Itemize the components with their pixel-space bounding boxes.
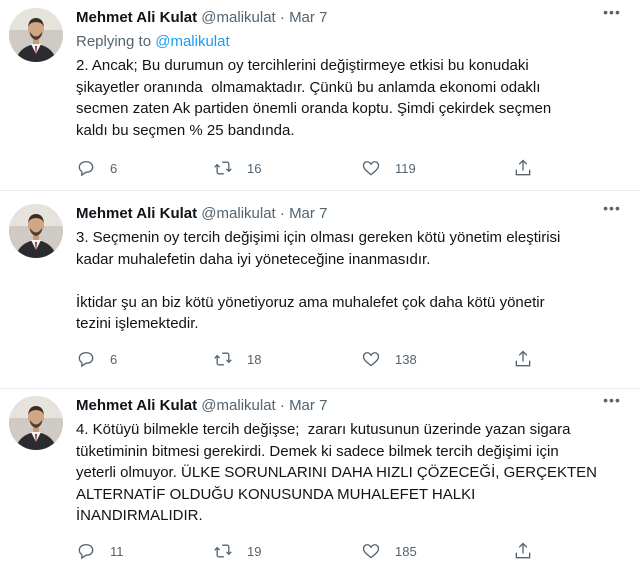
like-button[interactable]: 119: [361, 158, 416, 178]
avatar[interactable]: [9, 204, 63, 258]
retweet-icon: [214, 544, 232, 558]
like-count: 185: [395, 543, 417, 559]
more-icon[interactable]: •••: [602, 198, 622, 218]
reply-icon: [78, 352, 94, 368]
replying-handle-link[interactable]: @malikulat: [155, 33, 229, 50]
share-button[interactable]: [513, 541, 533, 561]
tweet-body: Mehmet Ali Kulat @malikulat · Mar 7 ••• …: [76, 4, 626, 141]
dot-separator: ·: [279, 9, 285, 26]
tweet-header: Mehmet Ali Kulat @malikulat · Mar 7: [76, 204, 626, 224]
share-icon: [515, 542, 531, 559]
tweet[interactable]: Mehmet Ali Kulat @malikulat · Mar 7 ••• …: [0, 0, 640, 190]
tweet-actions: 6 18 138: [76, 347, 546, 371]
retweet-icon: [214, 161, 232, 175]
avatar[interactable]: [9, 8, 63, 62]
tweet[interactable]: Mehmet Ali Kulat @malikulat · Mar 7 ••• …: [0, 388, 640, 568]
reply-button[interactable]: 6: [76, 158, 117, 178]
retweet-count: 16: [247, 160, 262, 176]
tweet-date[interactable]: Mar 7: [289, 9, 327, 26]
retweet-button[interactable]: 18: [213, 349, 261, 369]
tweet-actions: 6 16 119: [76, 156, 546, 180]
tweet-text: 3. Seçmenin oy tercih değişimi için olma…: [76, 229, 561, 332]
retweet-count: 19: [247, 543, 262, 559]
reply-count: 11: [110, 543, 124, 559]
replying-prefix: Replying to: [76, 33, 156, 50]
author-name[interactable]: Mehmet Ali Kulat: [76, 9, 197, 26]
share-button[interactable]: [513, 158, 533, 178]
share-button[interactable]: [513, 349, 533, 369]
like-icon: [362, 544, 380, 559]
replying-to: Replying to @malikulat: [76, 32, 626, 52]
retweet-icon: [214, 352, 232, 366]
author-name[interactable]: Mehmet Ali Kulat: [76, 205, 197, 222]
author-handle[interactable]: @malikulat: [201, 397, 275, 414]
more-icon[interactable]: •••: [602, 390, 622, 410]
author-name[interactable]: Mehmet Ali Kulat: [76, 397, 197, 414]
share-icon: [515, 350, 531, 367]
tweet-header: Mehmet Ali Kulat @malikulat · Mar 7: [76, 396, 626, 416]
more-icon[interactable]: •••: [602, 2, 622, 22]
retweet-button[interactable]: 16: [213, 158, 261, 178]
avatar[interactable]: [9, 396, 63, 450]
dot-separator: ·: [279, 205, 285, 222]
author-handle[interactable]: @malikulat: [201, 9, 275, 26]
tweet-actions: 11 19 185: [76, 539, 546, 563]
retweet-count: 18: [247, 351, 262, 367]
author-handle[interactable]: @malikulat: [201, 205, 275, 222]
tweet-header: Mehmet Ali Kulat @malikulat · Mar 7: [76, 8, 626, 28]
tweet-thread: Mehmet Ali Kulat @malikulat · Mar 7 ••• …: [0, 0, 640, 568]
tweet-body: Mehmet Ali Kulat @malikulat · Mar 7 ••• …: [76, 392, 626, 527]
like-count: 138: [395, 351, 417, 367]
tweet[interactable]: Mehmet Ali Kulat @malikulat · Mar 7 ••• …: [0, 190, 640, 388]
reply-button[interactable]: 6: [76, 349, 117, 369]
reply-count: 6: [110, 160, 118, 176]
tweet-text: 2. Ancak; Bu durumun oy tercihlerini değ…: [76, 57, 552, 139]
like-button[interactable]: 138: [361, 349, 417, 369]
tweet-date[interactable]: Mar 7: [289, 205, 327, 222]
retweet-button[interactable]: 19: [213, 541, 261, 561]
share-icon: [515, 159, 531, 176]
like-button[interactable]: 185: [361, 541, 417, 561]
like-icon: [362, 352, 380, 367]
reply-count: 6: [110, 351, 118, 367]
tweet-date[interactable]: Mar 7: [289, 397, 327, 414]
tweet-text: 4. Kötüyü bilmekle tercih değişse; zarar…: [76, 421, 597, 524]
reply-button[interactable]: 11: [76, 541, 124, 561]
like-icon: [362, 161, 380, 176]
dot-separator: ·: [279, 397, 285, 414]
tweet-body: Mehmet Ali Kulat @malikulat · Mar 7 ••• …: [76, 200, 626, 335]
reply-icon: [78, 161, 94, 177]
reply-icon: [78, 544, 94, 560]
like-count: 119: [395, 160, 416, 176]
